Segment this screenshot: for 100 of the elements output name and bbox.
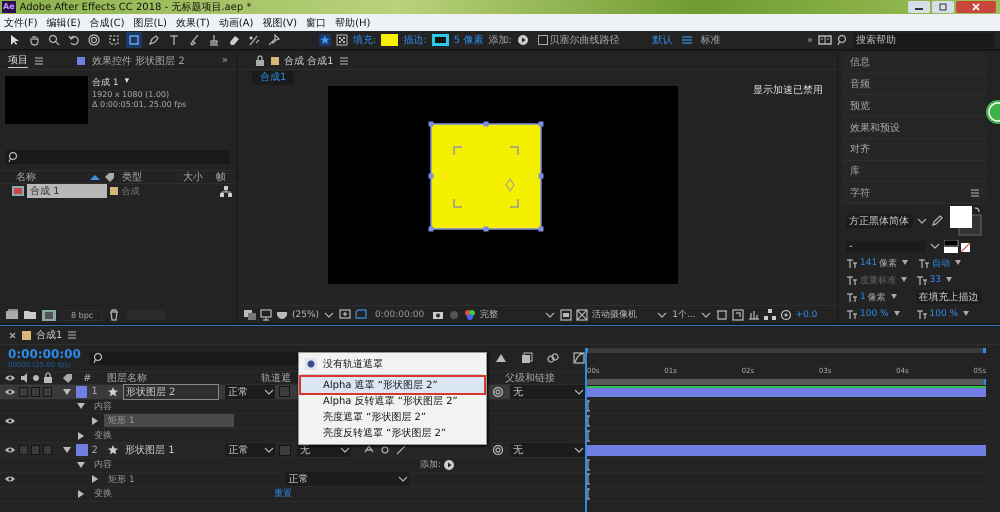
more-button[interactable]: » (222, 55, 228, 66)
panel-icon[interactable] (818, 34, 832, 46)
grid-icon[interactable] (339, 308, 352, 320)
stroke-width-value[interactable]: 1 (860, 292, 866, 302)
menu-icon[interactable] (338, 54, 349, 66)
expand-arrow-icon[interactable] (62, 445, 72, 456)
leading-value[interactable]: 自动 (932, 256, 950, 270)
workspace-tab[interactable]: 标准 (700, 33, 721, 47)
column-header[interactable]: 大小 (183, 170, 213, 184)
font-family-dropdown[interactable]: 方正黑体简体 (846, 214, 913, 228)
expand-arrow-icon[interactable] (76, 401, 86, 412)
horizontal-scale-value[interactable]: 100 % (930, 309, 958, 320)
close-icon[interactable] (956, 1, 996, 13)
collapse-icon[interactable] (378, 444, 391, 456)
vertical-scale-value[interactable]: 100 % (860, 309, 889, 320)
stroke-mode-dropdown[interactable]: 在填充上描边 (916, 290, 982, 304)
font-size-value[interactable]: 141 (860, 258, 878, 268)
panel-header[interactable]: 库 (842, 160, 986, 182)
lock-icon[interactable] (254, 54, 266, 66)
panel-tab[interactable]: 项目 (8, 53, 28, 68)
expand-arrow-icon[interactable] (76, 460, 86, 470)
menu-item[interactable]: 帮助(H) (335, 16, 370, 30)
layer-duration-bar[interactable] (585, 386, 986, 398)
switch-box[interactable] (43, 386, 52, 397)
property-name[interactable]: 矩形 1 (104, 472, 139, 486)
menu-item[interactable]: 视图(V) (262, 16, 298, 30)
close-icon[interactable] (8, 330, 17, 340)
menu-item[interactable]: 亮度反转遮罩 “形状图层 2” (301, 425, 484, 441)
pick-whip-icon[interactable] (492, 386, 504, 398)
lock-icon[interactable] (43, 372, 53, 384)
zoom-tool-icon[interactable] (46, 32, 62, 48)
flowchart-icon[interactable] (220, 186, 232, 196)
dropdown-caret[interactable]: ▾ (124, 76, 130, 89)
project-search-field[interactable] (6, 150, 230, 164)
star-icon[interactable] (319, 34, 331, 46)
switch-box[interactable] (43, 445, 52, 456)
menu-icon[interactable] (67, 329, 78, 341)
folder-icon[interactable] (24, 309, 36, 321)
panel-tab[interactable]: 效果控件 形状图层 2 (92, 54, 185, 68)
menu-item[interactable]: 效果(T) (176, 16, 210, 30)
eyedropper-icon[interactable] (931, 215, 943, 228)
roi-icon[interactable] (560, 308, 572, 320)
layer-name[interactable]: 形状图层 1 (123, 443, 220, 458)
stroke-width-value[interactable]: 5 像素 (454, 33, 484, 47)
layer-row[interactable]: 2 形状图层 1 正常 无 无 (0, 443, 585, 458)
collapse-arrow-icon[interactable] (76, 488, 86, 499)
property-name[interactable]: 内容 (90, 400, 116, 413)
menu-icon[interactable] (34, 54, 44, 66)
panel-header[interactable]: 音频 (842, 74, 986, 96)
switch-box[interactable] (31, 386, 40, 397)
switch-box[interactable] (19, 445, 28, 456)
blend-mode-dropdown[interactable]: 正常 (224, 384, 275, 399)
label-icon[interactable] (104, 172, 115, 182)
blend-mode-dropdown[interactable]: 正常 (284, 472, 409, 486)
pin-tool-icon[interactable] (266, 32, 282, 48)
transparency-grid-icon[interactable] (576, 308, 588, 320)
label-color-swatch[interactable] (76, 386, 88, 398)
orbit-tool-icon[interactable] (86, 32, 102, 48)
solo-icon[interactable] (32, 372, 40, 384)
new-composition-icon[interactable] (42, 310, 56, 320)
menu-item[interactable]: 文件(F) (4, 16, 38, 30)
views-icon[interactable] (716, 308, 728, 320)
flowchart-icon[interactable] (764, 308, 776, 320)
current-time[interactable]: 0:00:00:00 (8, 347, 81, 361)
menu-item[interactable]: 合成(C) (90, 16, 124, 30)
menu-item[interactable]: 动画(A) (218, 16, 254, 30)
menu-item[interactable]: 窗口 (306, 16, 326, 30)
workspace-tab[interactable]: 默认 (652, 33, 673, 47)
zoom-dropdown[interactable]: (25%) (292, 310, 320, 320)
property-name[interactable]: 变换 (90, 487, 116, 500)
property-name[interactable]: 内容 (90, 458, 116, 472)
collapse-arrow-icon[interactable] (90, 416, 100, 426)
reset-link[interactable]: 重置 (274, 487, 292, 500)
graph-icon[interactable] (748, 308, 760, 320)
column-header[interactable]: 帧 (216, 170, 226, 184)
monitor-icon[interactable] (260, 308, 272, 320)
panel-tab[interactable]: 合成 合成1 (284, 54, 334, 68)
blend-mode-dropdown[interactable]: 正常 (225, 443, 276, 458)
label-color-swatch[interactable] (76, 444, 88, 456)
font-style-dropdown[interactable]: - (846, 240, 926, 252)
project-item[interactable]: 合成 1 (27, 184, 108, 198)
sort-icon[interactable] (89, 173, 101, 181)
default-colors-icon[interactable] (944, 240, 970, 253)
column-header[interactable]: 名称 (16, 170, 86, 184)
view-layout-dropdown[interactable]: 1个... (672, 308, 696, 321)
menu-item[interactable]: 没有轨道遮罩 (301, 356, 484, 372)
menu-icon[interactable] (680, 34, 693, 46)
fill-stroke-swatch-icon[interactable] (950, 206, 982, 236)
parent-dropdown[interactable]: 无 (510, 384, 585, 399)
interpret-icon[interactable] (6, 309, 18, 321)
menu-item[interactable]: 亮度遮罩 “形状图层 2” (301, 409, 484, 425)
parent-dropdown[interactable]: 无 (510, 443, 585, 458)
more-button[interactable]: » (806, 34, 813, 46)
switch-box[interactable] (19, 386, 28, 397)
menu-item[interactable]: 图层(L) (133, 16, 167, 30)
quality-icon[interactable] (394, 444, 407, 456)
pick-whip-icon[interactable] (492, 444, 504, 456)
menu-item[interactable]: 编辑(E) (46, 16, 81, 30)
frame-icon[interactable] (355, 308, 368, 320)
current-time[interactable]: 0:00:00:00 (375, 310, 424, 320)
